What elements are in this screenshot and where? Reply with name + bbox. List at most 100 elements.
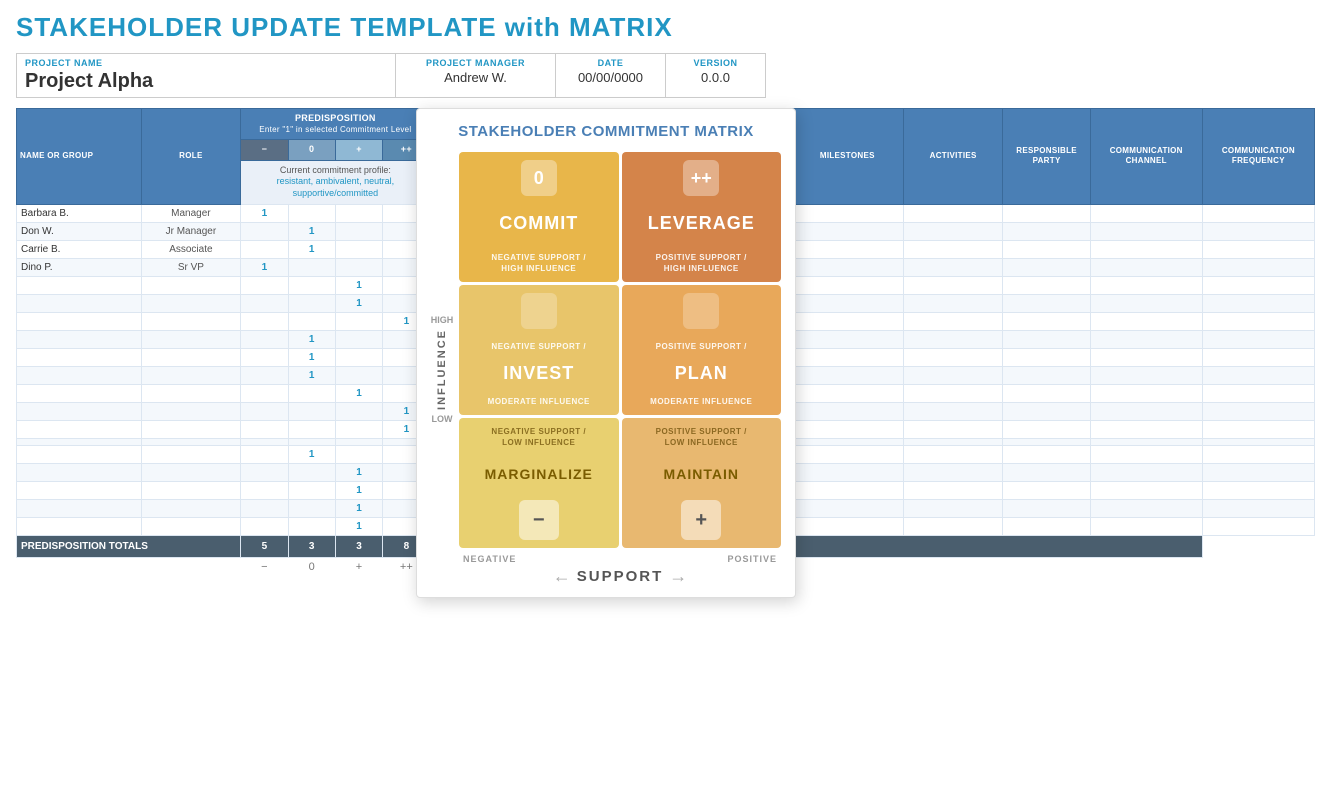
cell-pred-zero[interactable]: 1 (288, 222, 335, 240)
cell-data-7[interactable] (1090, 204, 1202, 222)
cell-data-7[interactable] (1090, 366, 1202, 384)
cell-data-7[interactable] (1090, 499, 1202, 517)
cell-data-6[interactable] (1003, 240, 1090, 258)
cell-data-8[interactable] (1202, 481, 1314, 499)
cell-pred-plus[interactable]: 1 (335, 276, 382, 294)
cell-data-4[interactable] (791, 366, 903, 384)
cell-data-6[interactable] (1003, 438, 1090, 445)
cell-data-4[interactable] (791, 330, 903, 348)
cell-data-5[interactable] (903, 204, 1003, 222)
cell-data-6[interactable] (1003, 348, 1090, 366)
cell-pred-minus[interactable] (241, 276, 288, 294)
cell-data-7[interactable] (1090, 481, 1202, 499)
cell-pred-plus[interactable]: 1 (335, 517, 382, 535)
cell-pred-zero[interactable]: 1 (288, 330, 335, 348)
cell-data-6[interactable] (1003, 222, 1090, 240)
cell-data-8[interactable] (1202, 222, 1314, 240)
cell-data-5[interactable] (903, 294, 1003, 312)
cell-pred-zero[interactable]: 1 (288, 445, 335, 463)
cell-data-7[interactable] (1090, 258, 1202, 276)
cell-pred-zero[interactable]: 1 (288, 348, 335, 366)
cell-pred-zero[interactable] (288, 463, 335, 481)
cell-data-5[interactable] (903, 258, 1003, 276)
cell-data-5[interactable] (903, 517, 1003, 535)
cell-pred-plus[interactable] (335, 438, 382, 445)
cell-pred-plus[interactable] (335, 420, 382, 438)
cell-data-8[interactable] (1202, 294, 1314, 312)
cell-data-7[interactable] (1090, 348, 1202, 366)
cell-data-4[interactable] (791, 204, 903, 222)
cell-pred-plus[interactable] (335, 240, 382, 258)
cell-data-8[interactable] (1202, 366, 1314, 384)
cell-data-8[interactable] (1202, 204, 1314, 222)
cell-data-6[interactable] (1003, 366, 1090, 384)
cell-pred-minus[interactable] (241, 420, 288, 438)
cell-data-5[interactable] (903, 402, 1003, 420)
cell-data-8[interactable] (1202, 420, 1314, 438)
cell-data-4[interactable] (791, 294, 903, 312)
cell-pred-minus[interactable] (241, 312, 288, 330)
cell-pred-zero[interactable] (288, 204, 335, 222)
cell-data-8[interactable] (1202, 438, 1314, 445)
cell-data-6[interactable] (1003, 204, 1090, 222)
cell-pred-plus[interactable] (335, 258, 382, 276)
cell-data-6[interactable] (1003, 481, 1090, 499)
cell-data-6[interactable] (1003, 330, 1090, 348)
cell-pred-minus[interactable] (241, 481, 288, 499)
cell-pred-minus[interactable] (241, 222, 288, 240)
cell-data-8[interactable] (1202, 240, 1314, 258)
cell-data-8[interactable] (1202, 348, 1314, 366)
cell-data-5[interactable] (903, 222, 1003, 240)
cell-pred-minus[interactable] (241, 445, 288, 463)
cell-data-4[interactable] (791, 384, 903, 402)
cell-data-8[interactable] (1202, 258, 1314, 276)
cell-pred-minus[interactable] (241, 402, 288, 420)
cell-data-7[interactable] (1090, 517, 1202, 535)
cell-data-4[interactable] (791, 499, 903, 517)
cell-data-7[interactable] (1090, 384, 1202, 402)
cell-data-7[interactable] (1090, 294, 1202, 312)
cell-data-8[interactable] (1202, 312, 1314, 330)
cell-pred-zero[interactable]: 1 (288, 240, 335, 258)
cell-data-4[interactable] (791, 222, 903, 240)
cell-data-4[interactable] (791, 517, 903, 535)
cell-pred-minus[interactable]: 1 (241, 258, 288, 276)
cell-pred-plus[interactable] (335, 330, 382, 348)
cell-data-4[interactable] (791, 420, 903, 438)
cell-pred-plus[interactable] (335, 366, 382, 384)
cell-pred-zero[interactable] (288, 438, 335, 445)
cell-data-5[interactable] (903, 276, 1003, 294)
cell-data-8[interactable] (1202, 517, 1314, 535)
cell-data-6[interactable] (1003, 420, 1090, 438)
cell-data-7[interactable] (1090, 420, 1202, 438)
cell-data-4[interactable] (791, 258, 903, 276)
cell-pred-plus[interactable] (335, 204, 382, 222)
cell-data-6[interactable] (1003, 294, 1090, 312)
cell-data-6[interactable] (1003, 517, 1090, 535)
cell-data-4[interactable] (791, 438, 903, 445)
cell-data-7[interactable] (1090, 312, 1202, 330)
cell-pred-plus[interactable] (335, 445, 382, 463)
cell-pred-zero[interactable] (288, 481, 335, 499)
cell-data-5[interactable] (903, 481, 1003, 499)
cell-pred-minus[interactable] (241, 240, 288, 258)
cell-data-8[interactable] (1202, 499, 1314, 517)
cell-pred-zero[interactable] (288, 258, 335, 276)
cell-pred-minus[interactable] (241, 463, 288, 481)
cell-data-6[interactable] (1003, 463, 1090, 481)
cell-data-6[interactable] (1003, 384, 1090, 402)
cell-data-4[interactable] (791, 463, 903, 481)
cell-pred-minus[interactable] (241, 294, 288, 312)
cell-data-8[interactable] (1202, 445, 1314, 463)
cell-data-5[interactable] (903, 366, 1003, 384)
cell-data-8[interactable] (1202, 330, 1314, 348)
cell-data-4[interactable] (791, 240, 903, 258)
cell-pred-plus[interactable]: 1 (335, 499, 382, 517)
cell-pred-minus[interactable]: 1 (241, 204, 288, 222)
cell-pred-zero[interactable] (288, 402, 335, 420)
cell-pred-zero[interactable] (288, 276, 335, 294)
cell-data-4[interactable] (791, 445, 903, 463)
cell-data-5[interactable] (903, 348, 1003, 366)
cell-data-6[interactable] (1003, 258, 1090, 276)
cell-pred-plus[interactable]: 1 (335, 384, 382, 402)
